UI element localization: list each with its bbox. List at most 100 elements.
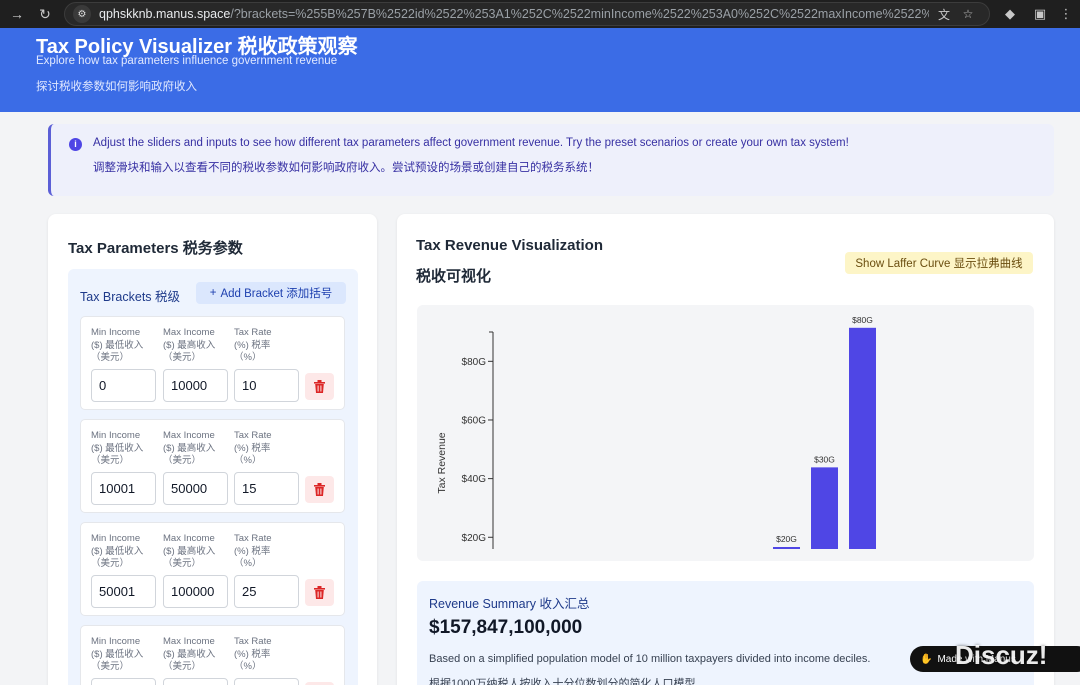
tax-rate-input[interactable]: 25 xyxy=(234,575,299,608)
menu-icon[interactable]: ⋮ xyxy=(1056,4,1076,24)
label-line: ($) 最低收入 xyxy=(91,442,144,454)
label-line: (%) 税率 xyxy=(234,442,271,454)
label-line: （美元） xyxy=(91,661,130,672)
visualization-card: Tax Revenue Visualization 税收可视化 Show Laf… xyxy=(397,214,1054,685)
label-line: Tax Rate xyxy=(234,430,272,441)
revenue-description-zh: 根据1000万纳税人按收入十分位数划分的简化人口模型 xyxy=(429,678,696,685)
extensions-puzzle-icon[interactable]: ▣ xyxy=(1030,4,1050,24)
label-line: ($) 最低收入 xyxy=(91,339,144,351)
max-income-label: Max Income ($) 最高收入 （美元） xyxy=(163,430,233,468)
trash-icon xyxy=(314,586,325,599)
label-line: Max Income xyxy=(163,327,215,338)
label-line: Tax Rate xyxy=(234,327,272,338)
label-line: ($) 最高收入 xyxy=(163,648,216,660)
label-line: (%) 税率 xyxy=(234,648,271,660)
trash-icon xyxy=(314,380,325,393)
tax-brackets-title: Tax Brackets 税级 xyxy=(80,290,181,304)
label-line: （%） xyxy=(234,352,262,363)
trash-icon xyxy=(314,483,325,496)
label-line: ($) 最低收入 xyxy=(91,545,144,557)
y-tick-label: $60G xyxy=(462,415,487,426)
label-line: （美元） xyxy=(91,558,130,569)
page-content: Tax Policy Visualizer 税收政策观察 Explore how… xyxy=(0,28,1080,685)
label-line: Min Income xyxy=(91,327,141,338)
revenue-description-en: Based on a simplified population model o… xyxy=(429,653,871,665)
tax-bracket-row: Min Income ($) 最低收入 （美元） 50001 Max Income ($)… xyxy=(80,522,345,616)
label-line: （美元） xyxy=(163,661,202,672)
tax-bracket-row: Min Income ($) 最低收入 （美元） 0 Max Income ($) 最高收… xyxy=(80,316,345,410)
translate-icon[interactable]: 文 xyxy=(935,6,953,23)
min-income-input[interactable]: 10001 xyxy=(91,472,156,505)
info-banner: i Adjust the sliders and inputs to see h… xyxy=(48,124,1054,196)
show-laffer-curve-button[interactable]: Show Laffer Curve 显示拉弗曲线 xyxy=(845,252,1033,274)
rate-income-label: Tax Rate (%) 税率 （%） xyxy=(234,636,304,674)
label-line: （美元） xyxy=(91,352,130,363)
reload-icon[interactable]: ↻ xyxy=(34,3,56,25)
min-income-label: Min Income ($) 最低收入 （美元） xyxy=(91,636,161,674)
min-income-input[interactable] xyxy=(91,678,156,685)
revenue-chart-svg: $20G $40G $60G $80G Tax Revenue $20G $30G $80G xyxy=(436,315,876,549)
label-line: Min Income xyxy=(91,430,141,441)
info-text-zh: 调整滑块和输入以查看不同的税收参数如何影响政府收入。尝试预设的场景或创建自己的税… xyxy=(93,162,599,174)
label-line: Tax Rate xyxy=(234,533,272,544)
revenue-total: $157,847,100,000 xyxy=(429,617,583,638)
url-text[interactable]: qphskknb.manus.space/?brackets=%255B%257… xyxy=(99,7,929,21)
label-line: （%） xyxy=(234,558,262,569)
fox-extension-icon[interactable]: ◆ xyxy=(1000,4,1020,24)
app-subtitle-en: Explore how tax parameters influence gov… xyxy=(36,55,338,67)
discuz-watermark: Discuz! xyxy=(955,640,1048,670)
y-tick-label: $20G xyxy=(462,533,487,544)
tax-bracket-row: Min Income ($) 最低收入 （美元） 10001 Max Income ($)… xyxy=(80,419,345,513)
label-line: Max Income xyxy=(163,636,215,647)
info-icon: i xyxy=(69,138,82,151)
app-subtitle-zh: 探讨税收参数如何影响政府收入 xyxy=(36,81,197,93)
tax-parameters-card: Tax Parameters 税务参数 Tax Brackets 税级 + Ad… xyxy=(48,214,377,685)
delete-bracket-button[interactable] xyxy=(305,476,334,503)
revenue-bar xyxy=(811,467,838,549)
delete-bracket-button[interactable] xyxy=(305,579,334,606)
tax-brackets-panel: Tax Brackets 税级 + Add Bracket 添加括号 Min I… xyxy=(68,269,358,685)
max-income-input[interactable]: 50000 xyxy=(163,472,228,505)
visualization-title-en: Tax Revenue Visualization xyxy=(416,237,604,254)
forward-icon[interactable]: → xyxy=(6,3,28,25)
max-income-input[interactable]: 100000 xyxy=(163,575,228,608)
max-income-input[interactable]: 10000 xyxy=(163,369,228,402)
y-axis-title: Tax Revenue xyxy=(436,432,448,493)
label-line: （美元） xyxy=(163,558,202,569)
min-income-label: Min Income ($) 最低收入 （美元） xyxy=(91,327,161,365)
rate-income-label: Tax Rate (%) 税率 （%） xyxy=(234,430,304,468)
bar-data-label: $20G xyxy=(776,534,797,544)
info-text-en: Adjust the sliders and inputs to see how… xyxy=(93,137,849,149)
bar-data-label: $80G xyxy=(852,315,873,325)
label-line: Max Income xyxy=(163,430,215,441)
tax-bracket-row: Min Income ($) 最低收入 （美元） Max Income ($) 最高收入… xyxy=(80,625,345,685)
delete-bracket-button[interactable] xyxy=(305,373,334,400)
tax-rate-input[interactable]: 10 xyxy=(234,369,299,402)
label-line: Min Income xyxy=(91,533,141,544)
label-line: （%） xyxy=(234,661,262,672)
label-line: ($) 最高收入 xyxy=(163,545,216,557)
site-settings-icon[interactable]: ⚙ xyxy=(73,5,91,23)
label-line: Tax Rate xyxy=(234,636,272,647)
tax-rate-input[interactable]: 15 xyxy=(234,472,299,505)
tax-rate-input[interactable] xyxy=(234,678,299,685)
label-line: （美元） xyxy=(163,455,202,466)
tax-parameters-title: Tax Parameters 税务参数 xyxy=(68,240,243,257)
min-income-label: Min Income ($) 最低收入 （美元） xyxy=(91,533,161,571)
max-income-label: Max Income ($) 最高收入 （美元） xyxy=(163,533,233,571)
revenue-summary-title: Revenue Summary 收入汇总 xyxy=(429,597,590,611)
rate-income-label: Tax Rate (%) 税率 （%） xyxy=(234,533,304,571)
max-income-label: Max Income ($) 最高收入 （美元） xyxy=(163,636,233,674)
max-income-input[interactable] xyxy=(163,678,228,685)
address-bar[interactable]: ⚙ qphskknb.manus.space/?brackets=%255B%2… xyxy=(64,2,990,26)
label-line: (%) 税率 xyxy=(234,339,271,351)
manus-logo-icon: ✋ xyxy=(920,653,933,665)
browser-toolbar: → ↻ ⚙ qphskknb.manus.space/?brackets=%25… xyxy=(0,0,1080,28)
bookmark-star-icon[interactable]: ☆ xyxy=(959,7,977,21)
app-header: Tax Policy Visualizer 税收政策观察 Explore how… xyxy=(0,28,1080,112)
min-income-input[interactable]: 0 xyxy=(91,369,156,402)
min-income-input[interactable]: 50001 xyxy=(91,575,156,608)
add-bracket-button[interactable]: + Add Bracket 添加括号 xyxy=(196,282,346,304)
min-income-label: Min Income ($) 最低收入 （美元） xyxy=(91,430,161,468)
max-income-label: Max Income ($) 最高收入 （美元） xyxy=(163,327,233,365)
